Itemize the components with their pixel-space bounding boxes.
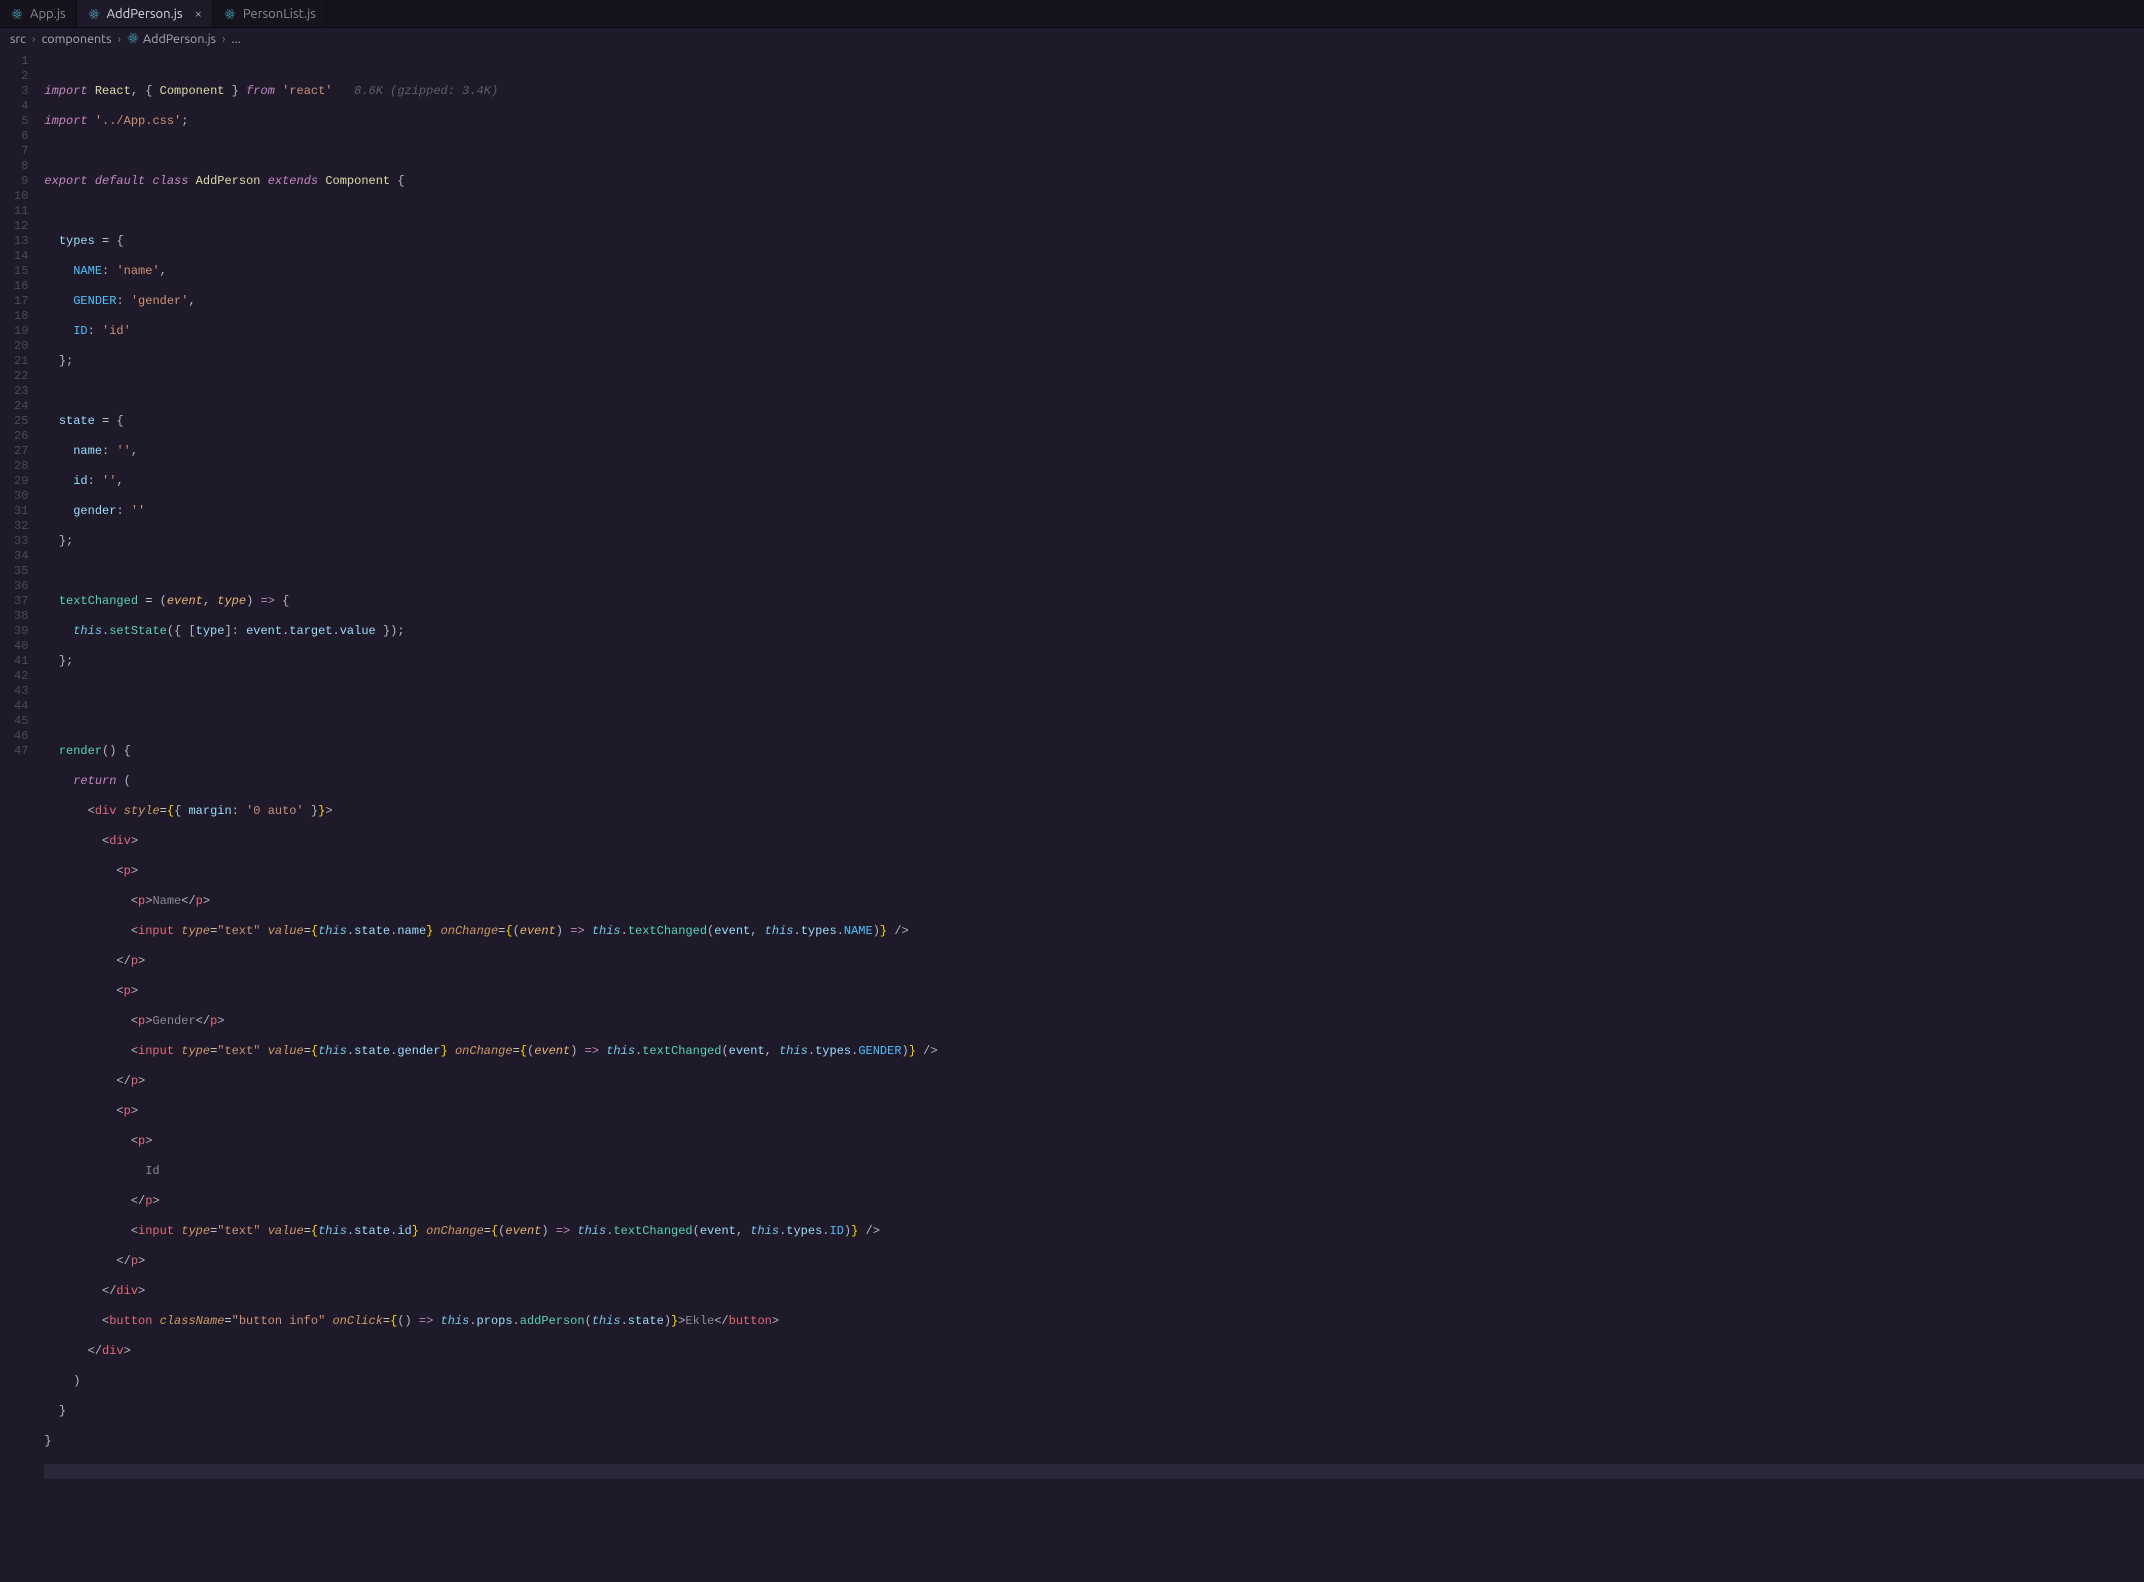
react-icon [87, 7, 101, 21]
line-number: 39 [14, 624, 28, 639]
line-number: 23 [14, 384, 28, 399]
tab-personlist-js[interactable]: PersonList.js [213, 0, 327, 27]
breadcrumb-item[interactable]: components [41, 32, 111, 46]
line-number: 16 [14, 279, 28, 294]
line-number: 14 [14, 249, 28, 264]
line-gutter: 1234567891011121314151617181920212223242… [0, 50, 40, 1582]
line-number: 33 [14, 534, 28, 549]
line-number: 4 [14, 99, 28, 114]
line-number: 24 [14, 399, 28, 414]
tab-app-js[interactable]: App.js [0, 0, 77, 27]
line-number: 7 [14, 144, 28, 159]
line-number: 9 [14, 174, 28, 189]
line-number: 15 [14, 264, 28, 279]
line-number: 32 [14, 519, 28, 534]
tab-label: App.js [30, 7, 66, 21]
line-number: 2 [14, 69, 28, 84]
tab-addperson-js[interactable]: AddPerson.js × [77, 0, 213, 27]
line-number: 47 [14, 744, 28, 759]
line-number: 29 [14, 474, 28, 489]
line-number: 46 [14, 729, 28, 744]
breadcrumb-item[interactable]: AddPerson.js [143, 32, 216, 46]
line-number: 1 [14, 54, 28, 69]
line-number: 8 [14, 159, 28, 174]
line-number: 42 [14, 669, 28, 684]
breadcrumb-item[interactable]: ... [232, 32, 241, 46]
breadcrumb: src › components › AddPerson.js › ... [0, 28, 2144, 50]
close-icon[interactable]: × [195, 7, 202, 21]
editor-window: App.js AddPerson.js × PersonList.js src › c… [0, 0, 2144, 1582]
line-number: 5 [14, 114, 28, 129]
line-number: 31 [14, 504, 28, 519]
tab-bar: App.js AddPerson.js × PersonList.js [0, 0, 2144, 28]
breadcrumb-item[interactable]: src [10, 32, 26, 46]
code-editor[interactable]: 1234567891011121314151617181920212223242… [0, 50, 2144, 1582]
line-number: 28 [14, 459, 28, 474]
tab-label: PersonList.js [243, 7, 316, 21]
line-number: 3 [14, 84, 28, 99]
line-number: 21 [14, 354, 28, 369]
chevron-right-icon: › [118, 32, 122, 46]
chevron-right-icon: › [32, 32, 36, 46]
line-number: 17 [14, 294, 28, 309]
line-number: 25 [14, 414, 28, 429]
line-number: 40 [14, 639, 28, 654]
line-number: 12 [14, 219, 28, 234]
tab-label: AddPerson.js [107, 7, 183, 21]
line-number: 30 [14, 489, 28, 504]
line-number: 34 [14, 549, 28, 564]
react-icon [223, 7, 237, 21]
line-number: 6 [14, 129, 28, 144]
bundle-size-hint: 8.6K (gzipped: 3.4K) [354, 84, 498, 98]
line-number: 36 [14, 579, 28, 594]
line-number: 44 [14, 699, 28, 714]
line-number: 37 [14, 594, 28, 609]
line-number: 27 [14, 444, 28, 459]
line-number: 26 [14, 429, 28, 444]
line-number: 38 [14, 609, 28, 624]
line-number: 22 [14, 369, 28, 384]
react-icon [10, 7, 24, 21]
line-number: 18 [14, 309, 28, 324]
chevron-right-icon: › [222, 32, 226, 46]
line-number: 43 [14, 684, 28, 699]
line-number: 20 [14, 339, 28, 354]
line-number: 35 [14, 564, 28, 579]
line-number: 41 [14, 654, 28, 669]
line-number: 11 [14, 204, 28, 219]
line-number: 10 [14, 189, 28, 204]
code-area[interactable]: import React, { Component } from 'react'… [40, 50, 2144, 1582]
line-number: 13 [14, 234, 28, 249]
line-number: 19 [14, 324, 28, 339]
line-number: 45 [14, 714, 28, 729]
react-icon [127, 32, 139, 47]
